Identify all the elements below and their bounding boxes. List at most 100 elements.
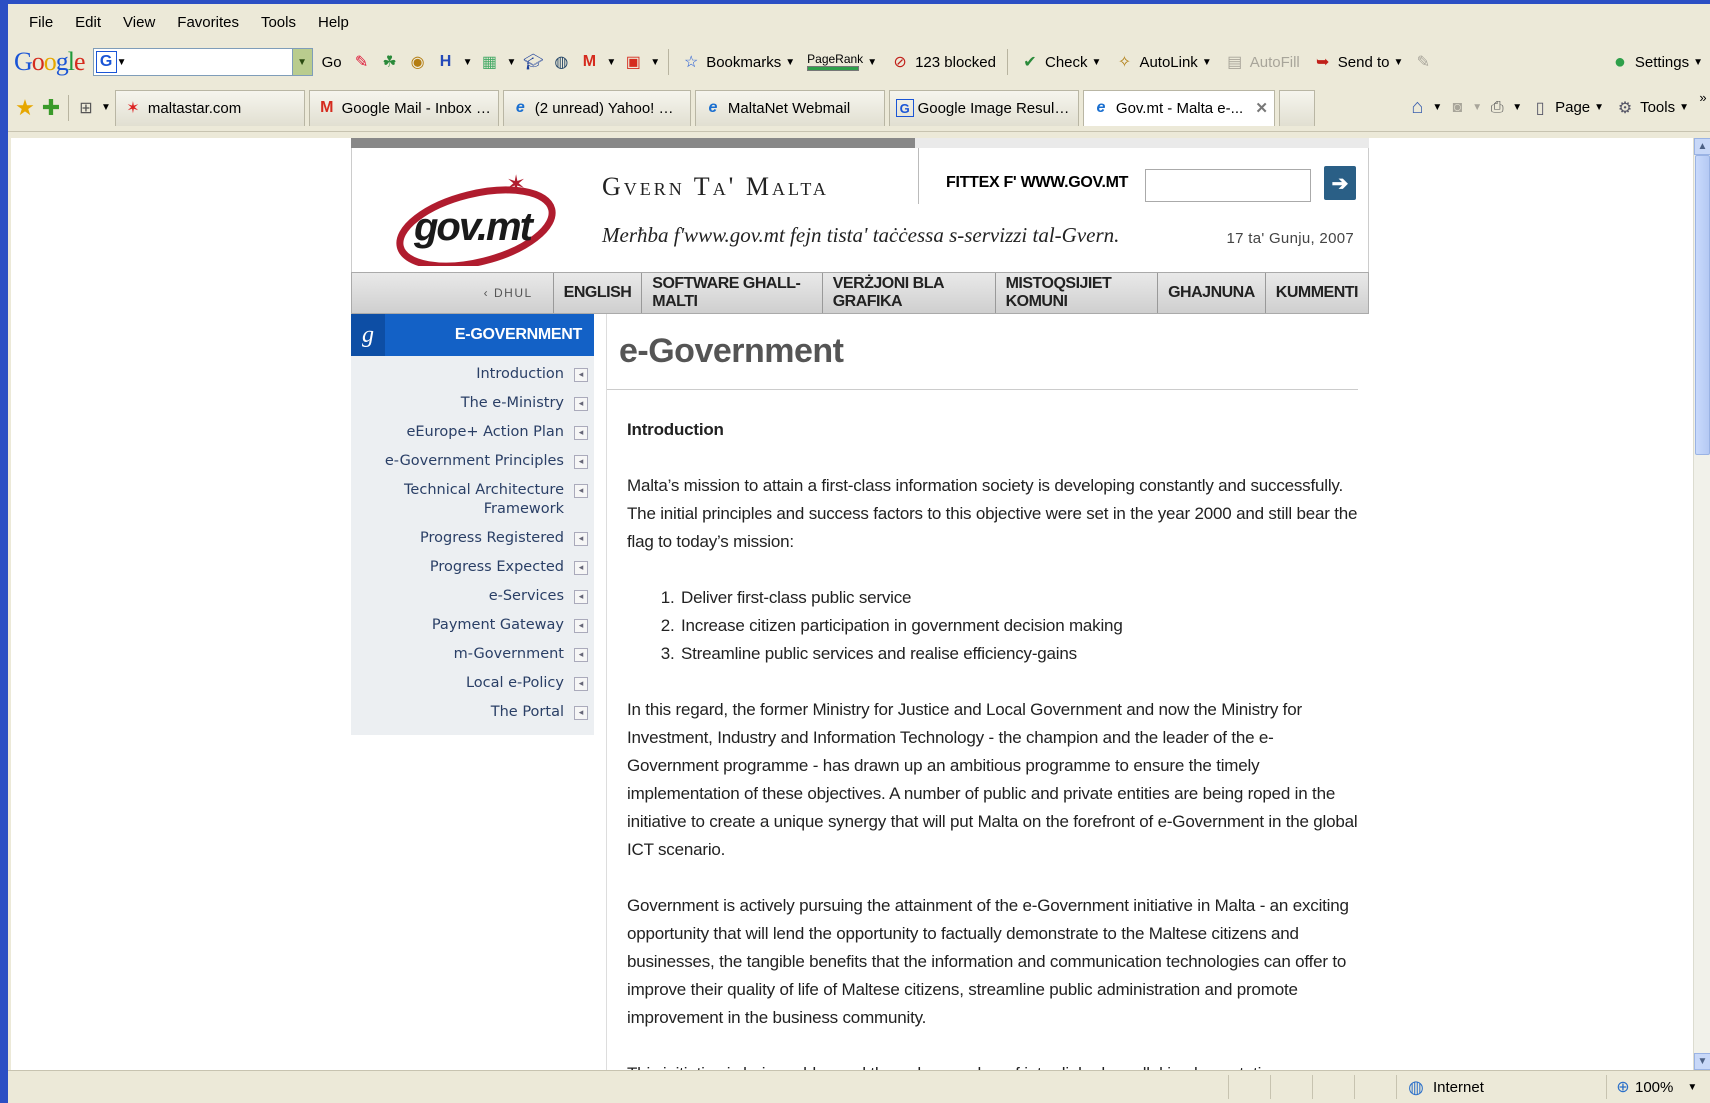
pencil-icon[interactable]: ✎ [1412,51,1434,73]
sidebar-list: Introduction ◂ The e-Ministry ◂ eEurope+ A… [351,356,594,735]
nav-help[interactable]: GHAJNUNA [1158,273,1266,313]
spellcheck-button[interactable]: ✔ Check ▼ [1016,49,1104,75]
gmail-icon: M [320,99,334,116]
home-icon[interactable]: ⌂ [1406,96,1428,119]
chevron-down-icon[interactable]: ▼ [1512,102,1522,113]
add-favorites-icon[interactable]: ✚ [40,95,62,120]
sidebar-item-e-services[interactable]: e-Services ◂ [351,582,594,611]
chevron-down-icon[interactable]: ▼ [606,57,616,68]
search-go-button[interactable]: ➔ [1324,166,1356,200]
spell-icon[interactable]: ☘ [379,51,401,73]
menu-favorites[interactable]: Favorites [168,12,248,33]
chevron-down-icon[interactable]: ▼ [463,57,473,68]
nav-faq[interactable]: MISTOQSIJIET KOMUNI [996,273,1159,313]
feeds-icon[interactable]: ◙ [1446,97,1468,119]
scroll-thumb[interactable] [1695,155,1710,455]
menu-edit[interactable]: Edit [66,12,110,33]
chevron-down-icon: ▼ [1201,56,1212,68]
scholar-icon[interactable]: 🎓︎ [522,51,544,73]
check-label: Check [1045,53,1088,71]
chevron-down-icon[interactable]: ▼ [101,102,111,113]
sidebar-item-principles[interactable]: e-Government Principles ◂ [351,447,594,476]
google-search-input[interactable] [126,50,312,74]
popup-blocker-button[interactable]: ⊘ 123 blocked [886,49,999,75]
sidebar-item-progress-expected[interactable]: Progress Expected ◂ [351,553,594,582]
chevron-down-icon[interactable]: ▼ [506,57,516,68]
zoom-control[interactable]: ⊕ 100% ▼ [1606,1075,1710,1099]
autofill-button[interactable]: ▤ AutoFill [1221,49,1303,75]
chevron-down-icon: ▼ [1393,56,1404,68]
highlight-icon[interactable]: H [435,51,457,73]
site-search-box [1145,169,1311,202]
list-item: Increase citizen participation in govern… [679,612,1358,640]
sidebar-item-m-government[interactable]: m-Government ◂ [351,640,594,669]
tab-maltanet[interactable]: e MaltaNet Webmail [694,89,885,126]
menu-help[interactable]: Help [309,12,358,33]
vertical-scrollbar[interactable]: ▲ ▼ [1693,138,1710,1070]
sidebar-header[interactable]: g E-GOVERNMENT [351,314,594,356]
sendto-button[interactable]: ➥ Send to ▼ [1309,49,1407,75]
chevron-down-icon: ▼ [1594,102,1605,113]
tab-label: (2 unread) Yahoo! Ma... [534,99,684,117]
status-cell [1312,1075,1354,1099]
sidebar-item-label: Payment Gateway [431,617,564,633]
sidebar-item-eeurope[interactable]: eEurope+ Action Plan ◂ [351,418,594,447]
tools-menu-button[interactable]: ⚙ Tools ▼ [1611,95,1692,121]
nav-text-only[interactable]: VERŻJONI BLA GRAFIKA [823,273,996,313]
scroll-down-icon[interactable]: ▼ [1694,1053,1710,1070]
sidebar-item-local-e-policy[interactable]: Local e-Policy ◂ [351,669,594,698]
tab-govmt[interactable]: e Gov.mt - Malta e-... ✕ [1082,89,1275,126]
google-toolbar: Google G ▼ ▼ Go ✎ ☘ ◉ H ▼ ▦ ▼ 🎓︎ ◍ M ▼ ▣… [8,40,1710,84]
overflow-chevron-icon[interactable]: » [1696,86,1710,108]
page-menu-button[interactable]: ▯ Page ▼ [1526,95,1607,121]
grid-icon[interactable]: ▦ [478,51,500,73]
menu-file[interactable]: File [20,12,62,33]
news-icon[interactable]: ✎ [351,51,373,73]
close-icon[interactable]: ✕ [1255,99,1268,117]
nav-software[interactable]: SOFTWARE GHALL-MALTI [642,273,823,313]
section-heading: Introduction [627,420,724,439]
sidebar-item-e-ministry[interactable]: The e-Ministry ◂ [351,389,594,418]
arrow-left-icon: ◂ [574,677,588,691]
menu-view[interactable]: View [114,12,164,33]
search-history-dropdown-icon[interactable]: ▼ [291,49,312,75]
quick-tabs-icon[interactable]: ⊞ [75,97,97,119]
list-item: Deliver first-class public service [679,584,1358,612]
chevron-down-icon[interactable]: ▼ [1472,102,1482,113]
autolink-button[interactable]: ✧ AutoLink ▼ [1110,49,1214,75]
govmt-logo[interactable]: gov.mt ✶ [394,166,564,266]
tab-gmail[interactable]: M Google Mail - Inbox (3) [308,89,499,126]
new-tab-button[interactable] [1278,89,1315,126]
sidebar-item-architecture[interactable]: Technical Architecture Framework ◂ [351,476,594,524]
globe-icon[interactable]: ◍ [550,51,572,73]
globe-icon: ◍ [1408,1076,1424,1097]
tab-maltastar[interactable]: ✶ maltastar.com [114,89,305,126]
print-icon[interactable]: ⎙ [1486,97,1508,119]
gmail-icon[interactable]: M [578,51,600,73]
translate-icon[interactable]: ◉ [407,51,429,73]
sidebar-item-introduction[interactable]: Introduction ◂ [351,360,594,389]
chevron-down-icon[interactable]: ▼ [1432,102,1442,113]
site-search-input[interactable] [1146,170,1310,201]
nav-dhul-link[interactable]: ‹ DHUL [352,273,554,313]
menu-tools[interactable]: Tools [252,12,305,33]
favorites-star-icon[interactable]: ★ [14,95,36,120]
nav-comments[interactable]: KUMMENTI [1266,273,1368,313]
nav-english[interactable]: ENGLISH [554,273,643,313]
tab-yahoo[interactable]: e (2 unread) Yahoo! Ma... [502,89,691,126]
google-logo[interactable]: Google [14,47,86,77]
sidebar-item-payment-gateway[interactable]: Payment Gateway ◂ [351,611,594,640]
arrow-left-icon: ◂ [574,455,588,469]
scroll-up-icon[interactable]: ▲ [1694,138,1710,155]
chevron-down-icon[interactable]: ▼ [117,57,127,68]
bookmarks-button[interactable]: ☆ Bookmarks ▼ [677,49,798,75]
calendar-icon[interactable]: ▣ [622,51,644,73]
chevron-down-icon[interactable]: ▼ [650,57,660,68]
sidebar-item-portal[interactable]: The Portal ◂ [351,698,594,727]
sidebar-item-progress-registered[interactable]: Progress Registered ◂ [351,524,594,553]
tab-google-image[interactable]: G Google Image Result ... [888,89,1079,126]
settings-button[interactable]: ● Settings ▼ [1606,49,1706,75]
pagerank-button[interactable]: PageRank ▼ [804,51,880,73]
google-go-button[interactable]: Go [319,52,345,73]
sidebar-item-label: Progress Registered [420,530,564,546]
